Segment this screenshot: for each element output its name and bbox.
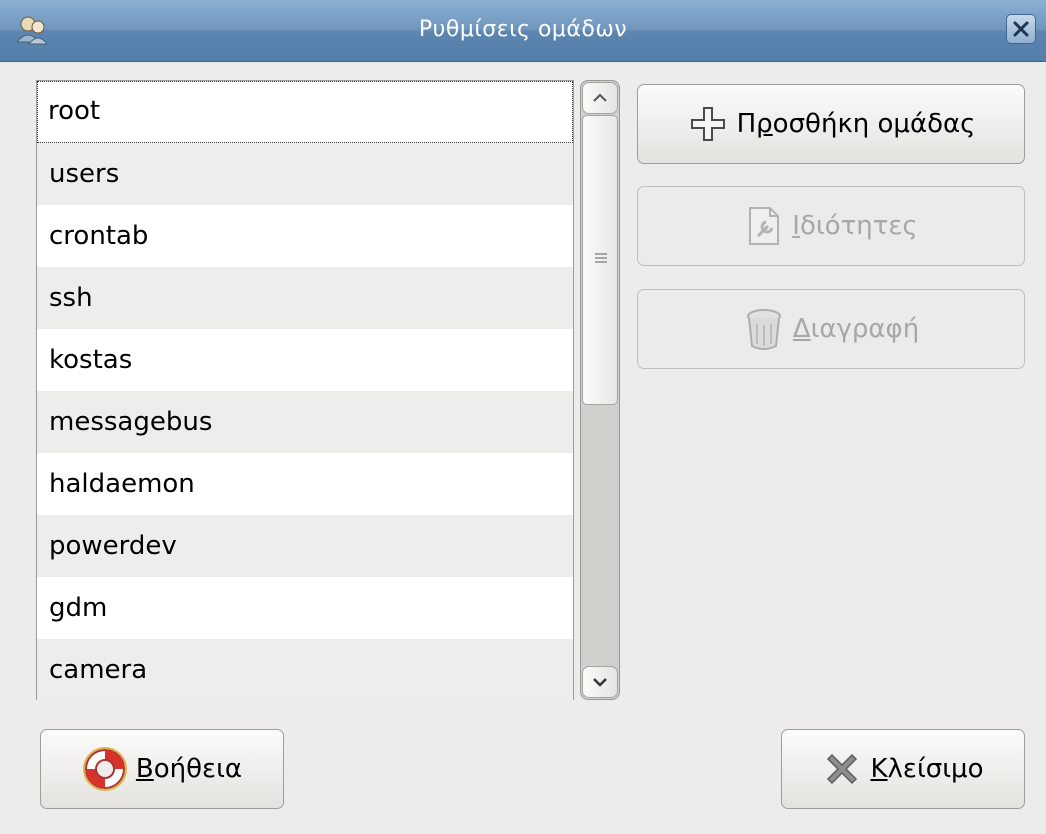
group-name: ssh: [49, 283, 93, 313]
scroll-thumb[interactable]: [582, 115, 618, 405]
list-item[interactable]: camera: [37, 639, 573, 701]
group-name: camera: [49, 655, 148, 685]
trash-icon: [746, 309, 781, 350]
window-close-button[interactable]: [1006, 14, 1036, 44]
group-name: root: [48, 96, 101, 126]
list-item[interactable]: messagebus: [37, 391, 573, 453]
scroll-down-button[interactable]: [582, 666, 618, 698]
add-group-button[interactable]: Προσθήκη ομάδας: [637, 84, 1025, 164]
list-item[interactable]: ssh: [37, 267, 573, 329]
group-name: powerdev: [49, 531, 177, 561]
title-bar: Ρυθμίσεις ομάδων: [0, 0, 1046, 62]
groups-list[interactable]: root users crontab ssh kostas messagebus…: [36, 80, 574, 701]
list-item[interactable]: crontab: [37, 205, 573, 267]
list-item[interactable]: gdm: [37, 577, 573, 639]
help-label: Βοήθεια: [135, 754, 243, 784]
list-item[interactable]: haldaemon: [37, 453, 573, 515]
delete-button[interactable]: Διαγραφή: [637, 289, 1025, 369]
add-group-label: Προσθήκη ομάδας: [736, 109, 976, 139]
properties-icon: [749, 207, 780, 245]
properties-label: Ιδιότητες: [792, 211, 918, 241]
lifebuoy-icon: [82, 747, 127, 791]
help-button[interactable]: Βοήθεια: [40, 729, 284, 809]
window-title: Ρυθμίσεις ομάδων: [418, 17, 628, 42]
list-item[interactable]: root: [37, 81, 573, 143]
list-item[interactable]: powerdev: [37, 515, 573, 577]
close-label: Κλείσιμο: [870, 754, 984, 784]
close-icon: [1013, 21, 1029, 37]
scroll-up-button[interactable]: [582, 82, 618, 114]
group-name: gdm: [49, 593, 108, 623]
delete-label: Διαγραφή: [792, 314, 920, 344]
group-name: haldaemon: [49, 469, 195, 499]
grip-icon: [595, 253, 607, 263]
properties-button[interactable]: Ιδιότητες: [637, 186, 1025, 266]
list-scrollbar[interactable]: [580, 80, 620, 700]
list-item[interactable]: kostas: [37, 329, 573, 391]
close-x-icon: [827, 753, 858, 785]
group-name: crontab: [49, 221, 149, 251]
plus-icon: [690, 107, 725, 141]
list-item[interactable]: users: [37, 143, 573, 205]
close-button[interactable]: Κλείσιμο: [781, 729, 1025, 809]
chevron-up-icon: [593, 93, 607, 102]
group-name: kostas: [49, 345, 133, 375]
group-name: messagebus: [49, 407, 213, 437]
group-name: users: [49, 159, 120, 189]
chevron-down-icon: [593, 678, 607, 687]
